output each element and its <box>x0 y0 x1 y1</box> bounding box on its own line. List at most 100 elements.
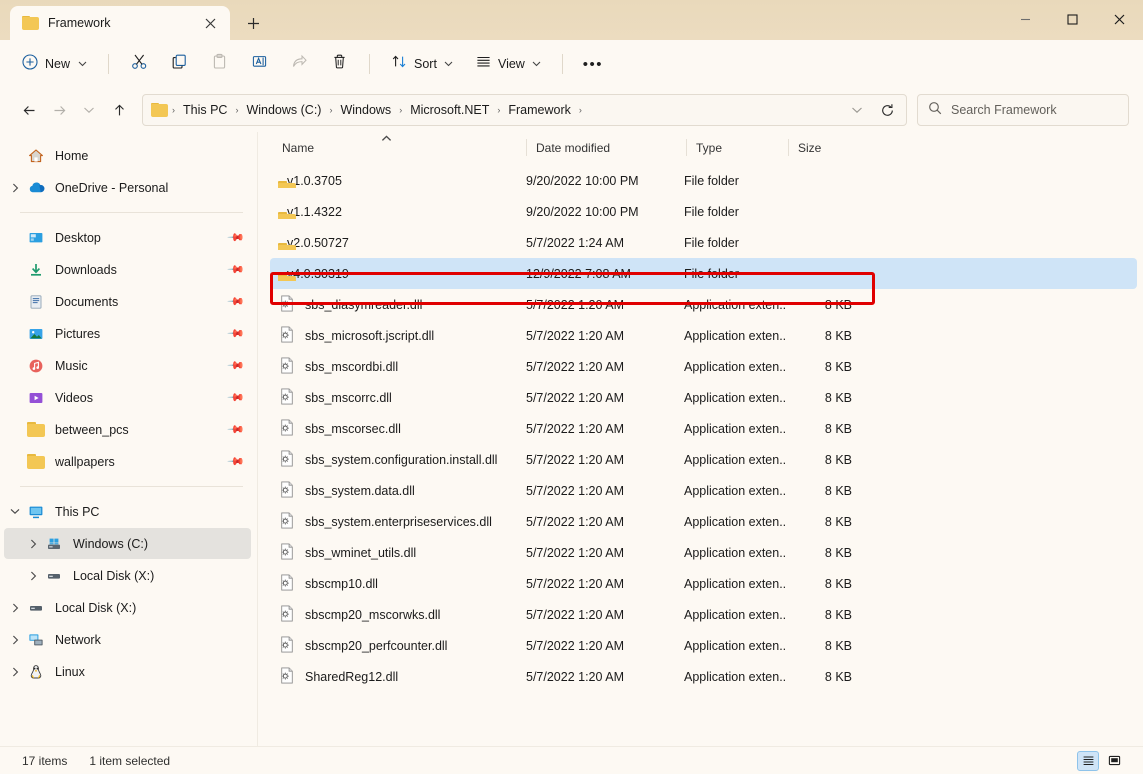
cut-button[interactable] <box>120 48 158 80</box>
dll-file-icon <box>278 295 296 315</box>
tab-framework[interactable]: Framework <box>10 6 230 40</box>
new-tab-button[interactable] <box>236 8 270 38</box>
new-button[interactable]: New <box>14 48 97 80</box>
sidebar-item-linux[interactable]: Linux <box>4 656 251 687</box>
column-header-date-modified[interactable]: Date modified <box>526 132 686 163</box>
share-button[interactable] <box>280 48 318 80</box>
table-row[interactable]: sbs_system.data.dll5/7/2022 1:20 AMAppli… <box>270 475 1137 506</box>
chevron-right-icon[interactable] <box>4 635 26 645</box>
file-list-pane: Name Date modified Type Size v1.0.37059/… <box>258 132 1143 746</box>
size-cell: 8 KB <box>786 484 874 498</box>
pin-icon[interactable]: 📌 <box>227 452 246 471</box>
sidebar-item-this-pc[interactable]: This PC <box>4 496 251 527</box>
table-row[interactable]: sbscmp20_mscorwks.dll5/7/2022 1:20 AMApp… <box>270 599 1137 630</box>
sidebar-divider <box>20 212 243 213</box>
sidebar-item-local-disk-x[interactable]: Local Disk (X:) <box>4 592 251 623</box>
column-header-type[interactable]: Type <box>686 132 788 163</box>
pin-icon[interactable]: 📌 <box>227 228 246 247</box>
breadcrumb[interactable]: › This PC › Windows (C:) › Windows › Mic… <box>142 94 907 126</box>
pin-icon[interactable]: 📌 <box>227 388 246 407</box>
table-row[interactable]: sbs_microsoft.jscript.dll5/7/2022 1:20 A… <box>270 320 1137 351</box>
chevron-right-icon[interactable] <box>4 667 26 677</box>
minimize-button[interactable] <box>1002 0 1049 38</box>
chevron-right-icon[interactable] <box>4 183 26 193</box>
sort-button[interactable]: Sort <box>381 48 463 80</box>
date-modified-cell: 5/7/2022 1:20 AM <box>524 298 684 312</box>
delete-button[interactable] <box>320 48 358 80</box>
type-cell: Application exten... <box>684 298 786 312</box>
column-header-size[interactable]: Size <box>788 132 876 163</box>
pin-icon[interactable]: 📌 <box>227 260 246 279</box>
table-row[interactable]: sbscmp10.dll5/7/2022 1:20 AMApplication … <box>270 568 1137 599</box>
sidebar-item-documents[interactable]: Documents 📌 <box>4 286 251 317</box>
breadcrumb-item-microsoft-net[interactable]: Microsoft.NET <box>404 99 495 121</box>
see-more-button[interactable]: ••• <box>574 48 612 80</box>
sidebar-item-between-pcs[interactable]: between_pcs 📌 <box>4 414 251 445</box>
table-row[interactable]: v2.0.507275/7/2022 1:24 AMFile folder <box>270 227 1137 258</box>
table-row[interactable]: sbs_diasymreader.dll 5/7/2022 1:20 AMAppl… <box>270 289 1137 320</box>
search-input[interactable]: Search Framework <box>951 103 1057 117</box>
breadcrumb-item-framework[interactable]: Framework <box>502 99 577 121</box>
table-row[interactable]: sbs_wminet_utils.dll5/7/2022 1:20 AMAppl… <box>270 537 1137 568</box>
sidebar-item-windows-c[interactable]: Windows (C:) <box>4 528 251 559</box>
sidebar-item-desktop[interactable]: Desktop 📌 <box>4 222 251 253</box>
table-row[interactable]: sbscmp20_perfcounter.dll5/7/2022 1:20 AM… <box>270 630 1137 661</box>
breadcrumb-item-windows[interactable]: Windows <box>334 99 397 121</box>
up-button[interactable] <box>104 95 134 125</box>
file-name-cell: sbscmp20_perfcounter.dll <box>272 636 524 656</box>
sidebar-divider-2 <box>20 486 243 487</box>
table-row[interactable]: sbs_mscorsec.dll5/7/2022 1:20 AMApplicat… <box>270 413 1137 444</box>
breadcrumb-item-windows-c[interactable]: Windows (C:) <box>240 99 327 121</box>
table-row[interactable]: SharedReg12.dll5/7/2022 1:20 AMApplicati… <box>270 661 1137 692</box>
sidebar-item-label: wallpapers <box>55 455 115 469</box>
back-button[interactable] <box>14 95 44 125</box>
pin-icon[interactable]: 📌 <box>227 356 246 375</box>
rename-button[interactable] <box>240 48 278 80</box>
scissors-icon <box>131 53 148 75</box>
chevron-down-icon[interactable] <box>4 508 26 515</box>
file-name-cell: sbs_system.configuration.install.dll <box>272 450 524 470</box>
chevron-right-icon[interactable] <box>22 571 44 581</box>
table-row[interactable]: v1.1.43229/20/2022 10:00 PMFile folder <box>270 196 1137 227</box>
copy-button[interactable] <box>160 48 198 80</box>
large-icons-view-icon[interactable] <box>1103 751 1125 771</box>
title-bar: Framework <box>0 0 1143 40</box>
details-view-icon[interactable] <box>1077 751 1099 771</box>
sidebar-item-pictures[interactable]: Pictures 📌 <box>4 318 251 349</box>
chevron-right-icon[interactable] <box>22 539 44 549</box>
maximize-button[interactable] <box>1049 0 1096 38</box>
table-row[interactable]: v1.0.37059/20/2022 10:00 PMFile folder <box>270 165 1137 196</box>
file-name-label: sbs_mscordbi.dll <box>305 360 398 374</box>
sidebar-item-downloads[interactable]: Downloads 📌 <box>4 254 251 285</box>
breadcrumb-history-button[interactable] <box>842 95 872 125</box>
sidebar-item-onedrive[interactable]: OneDrive - Personal <box>4 172 251 203</box>
close-button[interactable] <box>1096 0 1143 38</box>
forward-button[interactable] <box>44 95 74 125</box>
chevron-right-icon[interactable] <box>4 603 26 613</box>
file-name-label: sbs_diasymreader.dll <box>305 298 422 312</box>
table-row[interactable]: sbs_system.enterpriseservices.dll5/7/202… <box>270 506 1137 537</box>
file-rows: v1.0.37059/20/2022 10:00 PMFile folderv1… <box>258 163 1143 746</box>
sidebar-item-local-disk-x-nested[interactable]: Local Disk (X:) <box>4 560 251 591</box>
pin-icon[interactable]: 📌 <box>227 420 246 439</box>
close-icon[interactable] <box>198 11 222 35</box>
sidebar-item-videos[interactable]: Videos 📌 <box>4 382 251 413</box>
view-button[interactable]: View <box>465 48 551 80</box>
recent-locations-button[interactable] <box>74 95 104 125</box>
sidebar-item-home[interactable]: Home <box>4 140 251 171</box>
pin-icon[interactable]: 📌 <box>227 324 246 343</box>
size-cell: 8 KB <box>786 639 874 653</box>
column-header-name[interactable]: Name <box>272 132 526 163</box>
table-row[interactable]: sbs_mscordbi.dll5/7/2022 1:20 AMApplicat… <box>270 351 1137 382</box>
table-row[interactable]: sbs_system.configuration.install.dll5/7/… <box>270 444 1137 475</box>
sidebar-item-wallpapers[interactable]: wallpapers 📌 <box>4 446 251 477</box>
sidebar-item-music[interactable]: Music 📌 <box>4 350 251 381</box>
search-box[interactable]: Search Framework <box>917 94 1129 126</box>
sidebar-item-network[interactable]: Network <box>4 624 251 655</box>
table-row[interactable]: sbs_mscorrc.dll5/7/2022 1:20 AMApplicati… <box>270 382 1137 413</box>
table-row[interactable]: v4.0.3031912/9/2022 7:08 AMFile folder <box>270 258 1137 289</box>
paste-button[interactable] <box>200 48 238 80</box>
pin-icon[interactable]: 📌 <box>227 292 246 311</box>
breadcrumb-item-this-pc[interactable]: This PC <box>177 99 233 121</box>
refresh-button[interactable] <box>872 95 902 125</box>
